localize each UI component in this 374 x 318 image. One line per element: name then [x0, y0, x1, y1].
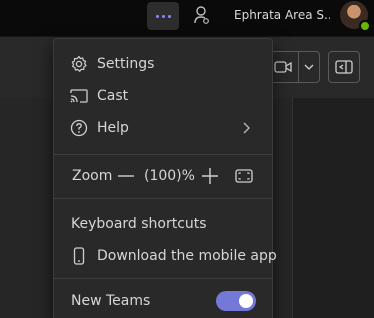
background-panel-right	[272, 98, 292, 318]
camera-icon	[273, 61, 292, 73]
person-settings-icon[interactable]	[193, 5, 211, 25]
new-teams-toggle[interactable]	[216, 291, 256, 311]
tenant-name[interactable]: Ephrata Area S...	[234, 8, 330, 22]
menu-item-label: Cast	[97, 88, 129, 104]
camera-options-button[interactable]	[298, 51, 320, 83]
menu-item-label: Settings	[97, 56, 155, 72]
menu-item-settings[interactable]: Settings	[54, 50, 272, 78]
panel-icon	[335, 60, 353, 74]
more-dot	[155, 14, 159, 18]
menu-item-label: New Teams	[71, 293, 151, 309]
share-tray-button[interactable]	[328, 51, 360, 83]
zoom-out-button[interactable]	[116, 166, 136, 186]
more-dot	[167, 14, 171, 18]
menu-item-new-teams[interactable]: New Teams	[54, 287, 272, 315]
zoom-in-button[interactable]	[200, 166, 220, 186]
avatar[interactable]	[340, 1, 371, 32]
phone-icon	[70, 247, 88, 265]
fit-screen-button[interactable]	[234, 166, 254, 186]
menu-item-download-mobile[interactable]: Download the mobile app	[54, 242, 277, 270]
more-options-menu: Settings Cast Help Zoom (100)% Keyboard …	[53, 38, 277, 318]
cast-icon	[70, 87, 88, 105]
menu-item-label: Help	[97, 120, 129, 136]
background-panel-side	[292, 98, 374, 318]
gear-icon	[70, 55, 88, 73]
background-panel-left	[0, 98, 54, 318]
menu-item-label: Keyboard shortcuts	[71, 216, 207, 232]
fit-screen-icon	[235, 169, 253, 183]
presence-available-badge	[359, 20, 371, 32]
chevron-down-icon	[304, 64, 314, 70]
chevron-right-icon	[243, 119, 250, 138]
menu-divider	[54, 198, 272, 199]
menu-item-cast[interactable]: Cast	[54, 82, 272, 110]
toggle-knob	[239, 294, 253, 308]
menu-divider	[54, 278, 272, 279]
zoom-label: Zoom	[72, 168, 113, 184]
zoom-row: Zoom (100)%	[54, 162, 272, 190]
zoom-value: (100)%	[144, 168, 195, 184]
menu-item-label: Download the mobile app	[97, 248, 277, 264]
help-icon	[70, 119, 88, 137]
menu-item-keyboard-shortcuts[interactable]: Keyboard shortcuts	[54, 210, 272, 238]
menu-item-help[interactable]: Help	[54, 114, 272, 142]
menu-divider	[54, 154, 272, 155]
more-dot	[161, 14, 165, 18]
title-bar: Ephrata Area S...	[0, 0, 374, 36]
more-options-button[interactable]	[147, 2, 179, 30]
